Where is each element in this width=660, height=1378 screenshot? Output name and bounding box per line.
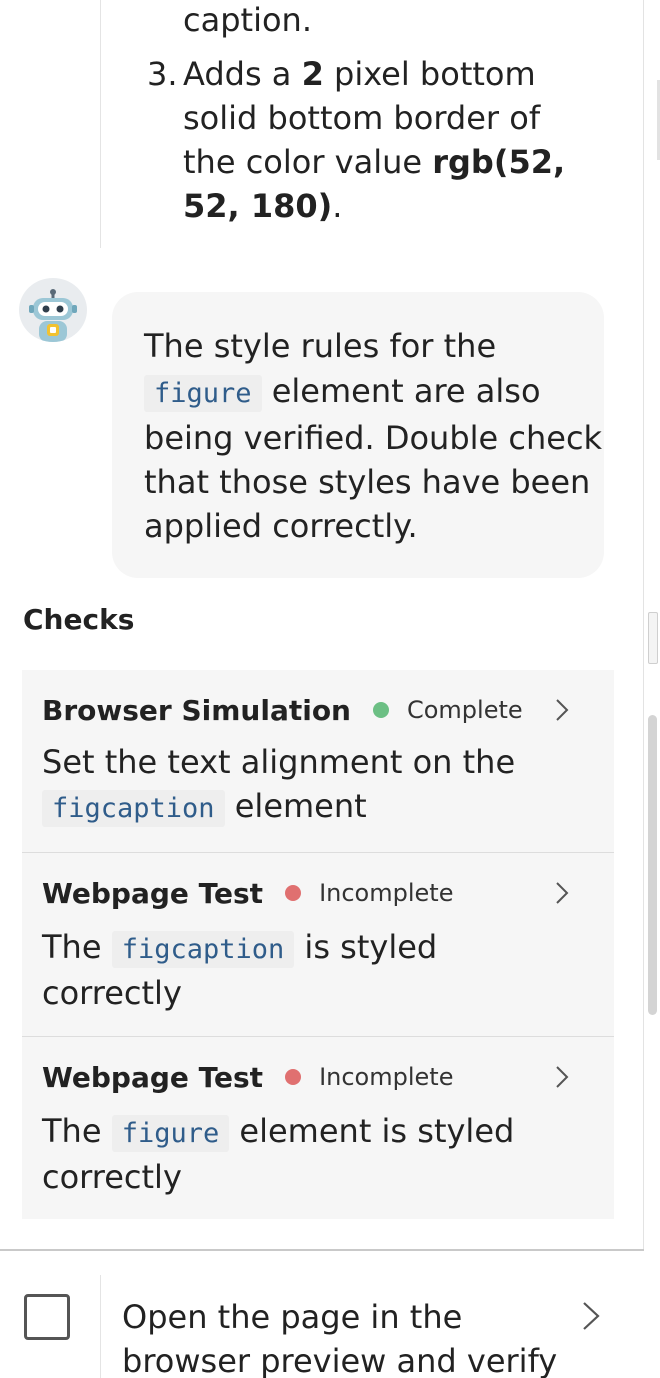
check-item[interactable]: Webpage Test Incomplete The figcaption i… bbox=[22, 853, 614, 1037]
check-header: Browser Simulation Complete bbox=[42, 692, 523, 728]
task-text: browser preview and verify bbox=[122, 1342, 558, 1378]
message-text: that those styles have been bbox=[144, 463, 591, 501]
inline-code: figcaption bbox=[42, 790, 225, 827]
robot-icon bbox=[19, 278, 87, 342]
status-badge: Incomplete bbox=[319, 1063, 454, 1091]
task-text: Open the page in the bbox=[122, 1298, 463, 1336]
check-description: Set the text alignment on the bbox=[42, 743, 516, 781]
inline-code: figure bbox=[111, 1115, 230, 1152]
message-text: applied correctly. bbox=[144, 507, 418, 545]
step-text: 52, 180). bbox=[183, 187, 343, 225]
check-description: The figure element is styled bbox=[42, 1112, 515, 1152]
lesson-panel: caption. 3. Adds a 2 pixel bottom solid … bbox=[0, 0, 660, 1378]
message-text: The style rules for the bbox=[144, 327, 497, 365]
check-description: The figcaption is styled bbox=[42, 928, 438, 968]
task-divider bbox=[100, 1275, 101, 1378]
step-text: solid bottom border of bbox=[183, 99, 541, 137]
task-item[interactable]: Open the page in the browser preview and… bbox=[0, 1251, 644, 1378]
message-text: figure element are also bbox=[144, 369, 541, 416]
chevron-right-icon[interactable] bbox=[578, 1301, 604, 1331]
check-description: correctly bbox=[42, 974, 182, 1012]
status-incomplete-icon bbox=[285, 885, 302, 901]
check-type: Webpage Test bbox=[42, 876, 264, 910]
scrollbar[interactable] bbox=[643, 0, 660, 1250]
scrollbar-thumb[interactable] bbox=[648, 715, 657, 1015]
status-badge: Incomplete bbox=[319, 879, 454, 907]
step-text: caption. bbox=[183, 1, 312, 39]
step-text: Adds a 2 pixel bottom bbox=[183, 55, 536, 93]
chevron-right-icon[interactable] bbox=[550, 1065, 574, 1089]
check-description: figcaption element bbox=[42, 784, 367, 831]
checks-heading: Checks bbox=[23, 603, 135, 636]
check-type: Webpage Test bbox=[42, 1060, 264, 1094]
status-incomplete-icon bbox=[285, 1069, 302, 1085]
status-complete-icon bbox=[372, 702, 389, 718]
chevron-right-icon[interactable] bbox=[550, 881, 574, 905]
message-text: being verified. Double check bbox=[144, 419, 603, 457]
step-number: 3. bbox=[147, 55, 178, 93]
instruction-steps: caption. 3. Adds a 2 pixel bottom solid … bbox=[100, 0, 565, 248]
resize-handle[interactable] bbox=[648, 612, 658, 664]
assistant-message: The style rules for the figure element a… bbox=[112, 292, 604, 578]
inline-code: figcaption bbox=[111, 931, 295, 968]
step-text: the color value rgb(52, bbox=[183, 143, 566, 181]
task-checkbox[interactable] bbox=[24, 1294, 70, 1340]
check-item[interactable]: Browser Simulation Complete Set the text… bbox=[22, 670, 614, 853]
chevron-right-icon[interactable] bbox=[550, 698, 574, 722]
checks-list: Browser Simulation Complete Set the text… bbox=[22, 670, 614, 1219]
check-header: Webpage Test Incomplete bbox=[42, 875, 453, 911]
status-badge: Complete bbox=[406, 696, 523, 724]
check-description: correctly bbox=[42, 1158, 182, 1196]
check-type: Browser Simulation bbox=[42, 693, 351, 727]
check-item[interactable]: Webpage Test Incomplete The figure eleme… bbox=[22, 1037, 614, 1219]
check-header: Webpage Test Incomplete bbox=[42, 1059, 453, 1095]
inline-code: figure bbox=[144, 375, 262, 412]
